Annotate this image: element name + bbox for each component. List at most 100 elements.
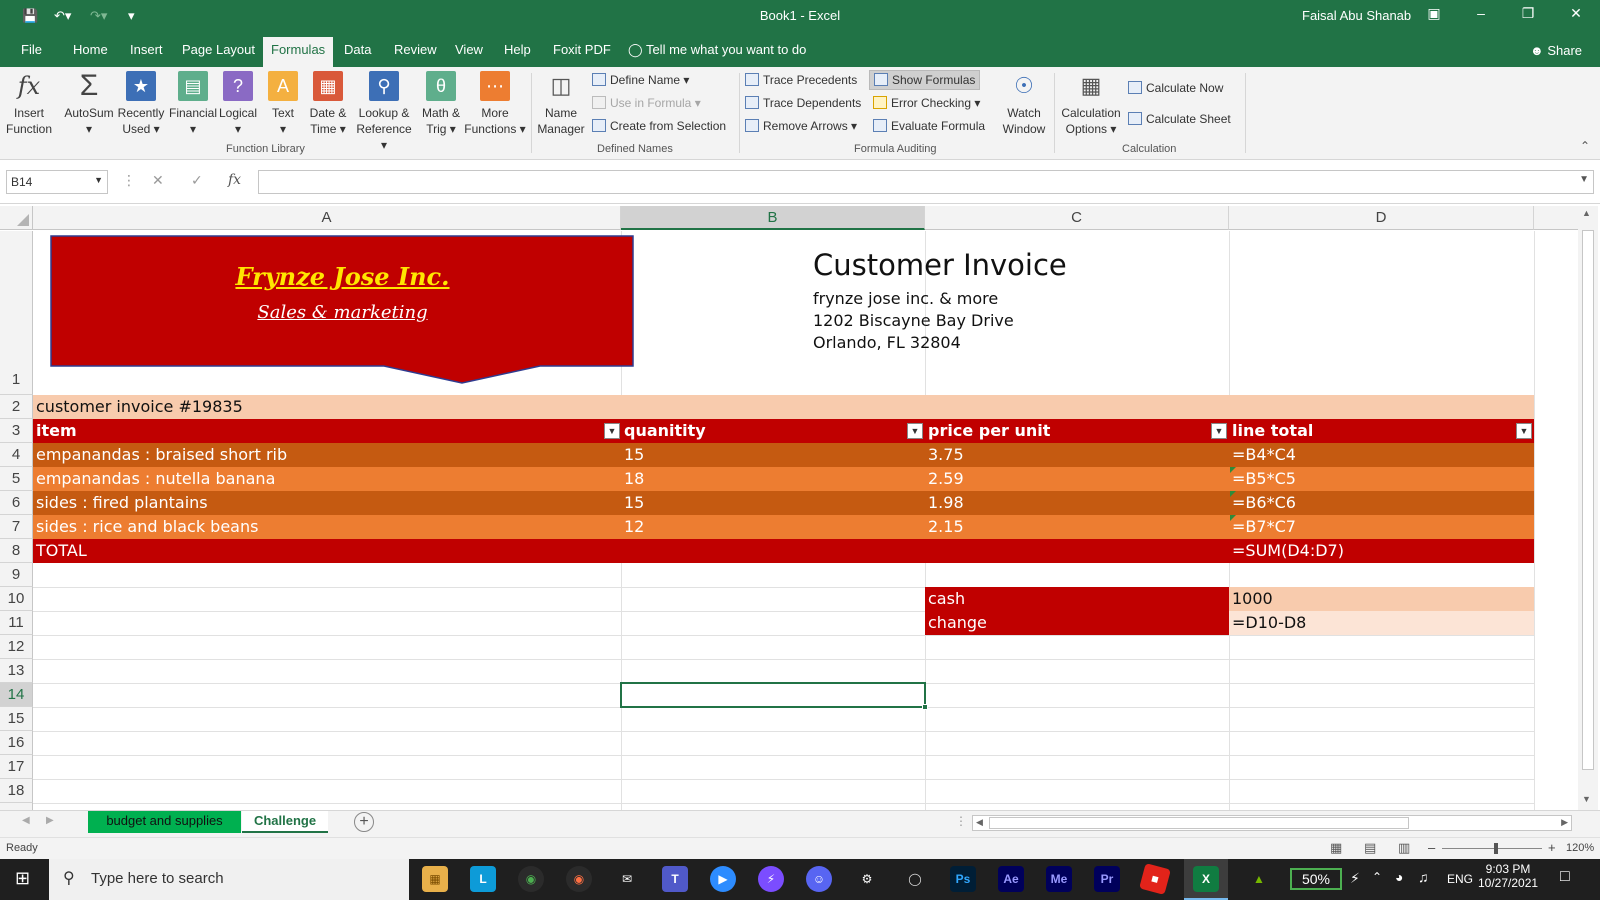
insert-function-fx-icon[interactable]: fx [228, 172, 241, 188]
column-header-b[interactable]: B [621, 206, 925, 230]
row-header-14[interactable]: 14 [0, 683, 33, 707]
cell-a6[interactable]: sides : fired plantains [33, 491, 621, 515]
nvidia-icon[interactable]: ▲ [1246, 866, 1272, 892]
row-header-16[interactable]: 16 [0, 731, 33, 755]
header-price-per-unit[interactable]: price per unit [925, 419, 1229, 443]
row-header-7[interactable]: 7 [0, 515, 33, 539]
tell-me-search[interactable]: ◯ Tell me what you want to do [628, 42, 806, 58]
row-header-18[interactable]: 18 [0, 779, 33, 803]
notifications-icon[interactable]: □ [1560, 868, 1570, 886]
create-from-selection-button[interactable]: Create from Selection [592, 119, 726, 133]
use-in-formula-button[interactable]: Use in Formula ▾ [592, 96, 701, 110]
close-icon[interactable]: ✕ [1566, 5, 1586, 22]
row-header-13[interactable]: 13 [0, 659, 33, 683]
media-encoder-icon[interactable]: Me [1046, 866, 1072, 892]
remove-arrows-button[interactable]: Remove Arrows ▾ [745, 119, 857, 133]
date-time-button[interactable]: ▦ Date & Time ▾ [304, 71, 352, 137]
cell-c10-cash-label[interactable]: cash [925, 587, 1229, 611]
row-header-10[interactable]: 10 [0, 587, 33, 611]
cell-d6[interactable]: =B6*C6 [1229, 491, 1534, 515]
sheet-tab-budget-and-supplies[interactable]: budget and supplies [88, 811, 241, 833]
filter-dropdown-icon[interactable]: ▼ [1211, 423, 1227, 439]
cell-a8-total-label[interactable]: TOTAL [33, 539, 621, 563]
cell-d5[interactable]: =B5*C5 [1229, 467, 1534, 491]
define-name-button[interactable]: Define Name ▾ [592, 73, 689, 87]
cell-a5[interactable]: empanandas : nutella banana [33, 467, 621, 491]
cell-c5[interactable]: 2.59 [925, 467, 1229, 491]
discord-icon[interactable]: ☺ [806, 866, 832, 892]
restore-icon[interactable]: ❐ [1518, 5, 1538, 22]
cell-c6[interactable]: 1.98 [925, 491, 1229, 515]
name-manager-button[interactable]: ◫ Name Manager [535, 71, 587, 137]
watch-window-button[interactable]: ☉ Watch Window [997, 71, 1051, 137]
language-indicator[interactable]: ENG [1447, 872, 1473, 886]
row-header-1[interactable]: 1 [0, 231, 33, 395]
name-box-dropdown-icon[interactable]: ▼ [94, 175, 103, 185]
error-checking-button[interactable]: Error Checking ▾ [873, 96, 980, 110]
cell-d11-change[interactable]: =D10-D8 [1229, 611, 1534, 635]
header-line-total[interactable]: line total [1229, 419, 1534, 443]
cell-b5[interactable]: 18 [621, 467, 925, 491]
column-header-c[interactable]: C [925, 206, 1229, 230]
trace-precedents-button[interactable]: Trace Precedents [745, 73, 857, 87]
row-header-19[interactable] [0, 803, 33, 810]
browser-icon[interactable]: ◉ [566, 866, 592, 892]
calculate-sheet-button[interactable]: Calculate Sheet [1128, 112, 1231, 126]
scroll-left-icon[interactable]: ◀ [976, 817, 983, 828]
cell-c4[interactable]: 3.75 [925, 443, 1229, 467]
user-name[interactable]: Faisal Abu Shanab [1302, 8, 1411, 23]
cell-d8-total[interactable]: =SUM(D4:D7) [1229, 539, 1534, 563]
name-box[interactable]: B14 ▼ [6, 170, 108, 194]
autosum-button[interactable]: Σ AutoSum ▾ [62, 71, 116, 137]
tab-file[interactable]: File [21, 42, 42, 57]
trace-dependents-button[interactable]: Trace Dependents [745, 96, 861, 110]
tab-split-grip-icon[interactable]: ⋮ [955, 814, 967, 828]
row-header-5[interactable]: 5 [0, 467, 33, 491]
tab-data[interactable]: Data [344, 42, 371, 57]
column-header-a[interactable]: A [33, 206, 621, 230]
zoom-slider-thumb[interactable] [1494, 843, 1498, 854]
evaluate-formula-button[interactable]: Evaluate Formula [873, 119, 985, 133]
more-functions-button[interactable]: ⋯ More Functions ▾ [464, 71, 526, 137]
windows-start-icon[interactable]: ⊞ [15, 868, 30, 889]
active-cell-b14[interactable] [620, 682, 926, 708]
taskbar-clock[interactable]: 9:03 PM 10/27/2021 [1478, 862, 1538, 890]
filter-dropdown-icon[interactable]: ▼ [1516, 423, 1532, 439]
zoom-level[interactable]: 120% [1566, 842, 1594, 854]
show-formulas-button[interactable]: Show Formulas [869, 70, 981, 90]
expand-formula-bar-icon[interactable]: ▼ [1579, 174, 1589, 185]
cell-c7[interactable]: 2.15 [925, 515, 1229, 539]
row-header-2[interactable]: 2 [0, 395, 33, 419]
error-indicator-icon[interactable] [1230, 467, 1236, 473]
taskbar-excel-active[interactable]: X [1184, 859, 1228, 900]
after-effects-icon[interactable]: Ae [998, 866, 1024, 892]
cell-c11-change-label[interactable]: change [925, 611, 1229, 635]
select-all-corner[interactable] [0, 206, 33, 230]
column-header-next[interactable] [1534, 206, 1578, 230]
horizontal-scrollbar[interactable]: ◀ ▶ [972, 815, 1572, 831]
row-header-11[interactable]: 11 [0, 611, 33, 635]
zoom-out-icon[interactable]: – [1428, 840, 1435, 855]
mail-icon[interactable]: ✉ [614, 866, 640, 892]
tab-home[interactable]: Home [73, 42, 108, 57]
filter-dropdown-icon[interactable]: ▼ [604, 423, 620, 439]
zoom-slider[interactable] [1442, 848, 1542, 849]
power-plug-icon[interactable]: ⚡ [1350, 870, 1360, 887]
row-header-4[interactable]: 4 [0, 443, 33, 467]
roblox-icon[interactable]: ■ [1139, 863, 1171, 895]
vertical-scrollbar[interactable]: ▲ ▼ [1578, 206, 1598, 810]
row-header-17[interactable]: 17 [0, 755, 33, 779]
horizontal-scroll-thumb[interactable] [989, 817, 1409, 829]
formula-input[interactable]: ▼ [258, 170, 1594, 194]
ribbon-display-options-icon[interactable]: ▣ [1424, 5, 1444, 22]
row-header-9[interactable]: 9 [0, 563, 33, 587]
wifi-icon[interactable]: ◕ [1395, 869, 1403, 885]
show-hidden-icons-icon[interactable]: ⌃ [1372, 870, 1382, 884]
header-item[interactable]: item [33, 419, 621, 443]
taskbar-search[interactable]: ⚲ Type here to search [49, 859, 409, 900]
row-header-6[interactable]: 6 [0, 491, 33, 515]
cell-b4[interactable]: 15 [621, 443, 925, 467]
chrome-icon[interactable]: ◉ [518, 866, 544, 892]
scroll-up-icon[interactable]: ▲ [1582, 208, 1591, 218]
teams-icon[interactable]: T [662, 866, 688, 892]
